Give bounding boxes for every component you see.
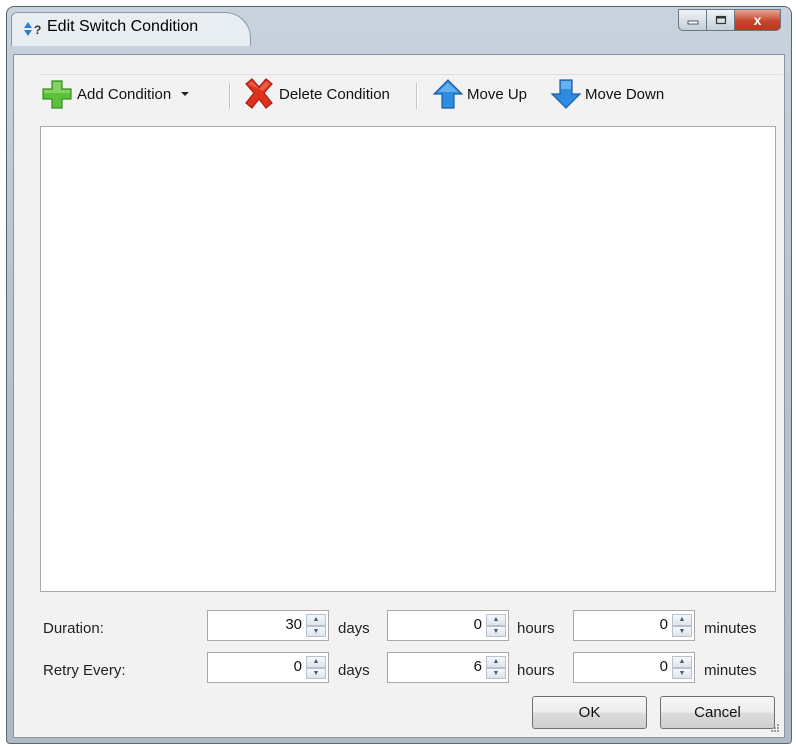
green-plus-icon	[42, 80, 72, 109]
spinner-arrows: ▲ ▼	[306, 614, 326, 637]
move-up-label: Move Up	[467, 85, 528, 103]
minimize-button[interactable]	[678, 9, 707, 31]
duration-hours-unit: hours	[517, 620, 555, 637]
maximize-icon	[715, 15, 726, 25]
retry-hours-unit: hours	[517, 662, 555, 679]
duration-days-value: 30	[285, 616, 302, 633]
window-title: Edit Switch Condition	[47, 18, 199, 35]
move-up-button[interactable]: Move Up	[431, 75, 527, 113]
move-down-button[interactable]: Move Down	[549, 75, 664, 113]
toolbar-separator	[229, 83, 231, 109]
duration-hours-spinner[interactable]: 0 ▲ ▼	[387, 610, 509, 641]
conditions-list[interactable]	[40, 126, 776, 592]
toolbar-separator	[416, 83, 418, 109]
spin-down-icon[interactable]: ▼	[306, 625, 326, 637]
caption-buttons: x	[678, 9, 781, 31]
retry-minutes-spinner[interactable]: 0 ▲ ▼	[573, 652, 695, 683]
blue-down-arrow-icon	[550, 79, 582, 109]
red-x-icon	[245, 78, 273, 109]
switch-condition-icon: ?	[24, 22, 41, 37]
retry-hours-spinner[interactable]: 6 ▲ ▼	[387, 652, 509, 683]
dialog-window: ? Edit Switch Condition x Add Condition	[6, 6, 792, 744]
dialog-body: Add Condition Delete Condition Move Up M…	[13, 54, 785, 738]
retry-days-unit: days	[338, 662, 370, 679]
retry-minutes-unit: minutes	[704, 662, 757, 679]
toolbar: Add Condition Delete Condition Move Up M…	[39, 74, 783, 113]
spinner-arrows: ▲ ▼	[306, 656, 326, 679]
delete-condition-label: Delete Condition	[279, 85, 390, 103]
retry-minutes-value: 0	[659, 658, 668, 675]
duration-days-spinner[interactable]: 30 ▲ ▼	[207, 610, 329, 641]
retry-days-value: 0	[293, 658, 302, 675]
maximize-button[interactable]	[707, 9, 735, 31]
duration-minutes-value: 0	[659, 616, 668, 633]
spinner-arrows: ▲ ▼	[486, 656, 506, 679]
close-button[interactable]: x	[735, 9, 781, 31]
duration-hours-value: 0	[473, 616, 482, 633]
move-down-label: Move Down	[585, 85, 665, 103]
spinner-arrows: ▲ ▼	[672, 656, 692, 679]
retry-days-spinner[interactable]: 0 ▲ ▼	[207, 652, 329, 683]
spin-up-icon[interactable]: ▲	[486, 614, 506, 626]
retry-every-label: Retry Every:	[43, 662, 126, 679]
spin-down-icon[interactable]: ▼	[306, 667, 326, 679]
spinner-arrows: ▲ ▼	[672, 614, 692, 637]
duration-days-unit: days	[338, 620, 370, 637]
spin-down-icon[interactable]: ▼	[486, 667, 506, 679]
spinner-arrows: ▲ ▼	[486, 614, 506, 637]
ok-button[interactable]: OK	[532, 696, 647, 729]
spin-down-icon[interactable]: ▼	[672, 667, 692, 679]
close-icon: x	[753, 12, 762, 28]
spin-down-icon[interactable]: ▼	[486, 625, 506, 637]
add-condition-label: Add Condition	[77, 85, 172, 103]
duration-minutes-spinner[interactable]: 0 ▲ ▼	[573, 610, 695, 641]
resize-grip-icon[interactable]	[770, 723, 780, 733]
duration-minutes-unit: minutes	[704, 620, 757, 637]
add-condition-button[interactable]: Add Condition	[39, 75, 193, 113]
svg-text:?: ?	[34, 23, 41, 37]
spin-down-icon[interactable]: ▼	[672, 625, 692, 637]
spin-up-icon[interactable]: ▲	[486, 656, 506, 668]
cancel-button[interactable]: Cancel	[660, 696, 775, 729]
delete-condition-button[interactable]: Delete Condition	[241, 75, 390, 113]
spin-up-icon[interactable]: ▲	[306, 656, 326, 668]
spin-up-icon[interactable]: ▲	[672, 614, 692, 626]
minimize-icon	[687, 20, 698, 25]
spin-up-icon[interactable]: ▲	[306, 614, 326, 626]
spin-up-icon[interactable]: ▲	[672, 656, 692, 668]
duration-label: Duration:	[43, 620, 104, 637]
dropdown-arrow-icon[interactable]	[177, 89, 193, 99]
blue-up-arrow-icon	[432, 79, 464, 109]
retry-hours-value: 6	[473, 658, 482, 675]
